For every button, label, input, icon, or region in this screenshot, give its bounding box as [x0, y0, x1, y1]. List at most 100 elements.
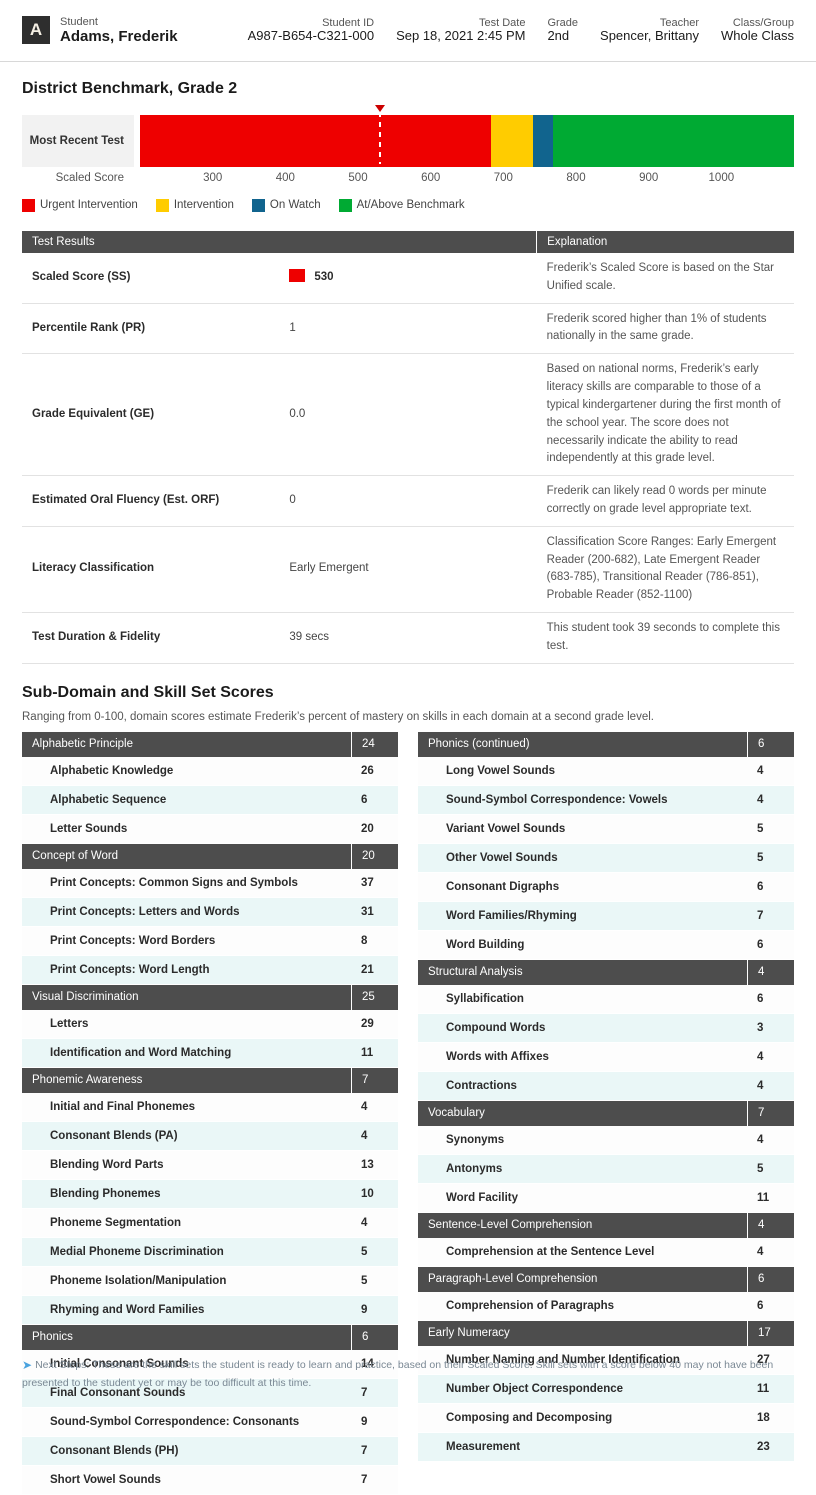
benchmark-axis: Scaled Score 300 400 500 600 700 800 900 1000: [22, 167, 794, 191]
domain-name: Alphabetic Principle: [32, 738, 134, 751]
domain-row: Phonics 6: [22, 1324, 398, 1350]
field-test-date: Test Date Sep 18, 2021 2:45 PM: [396, 17, 525, 45]
skill-score: 11: [361, 1046, 374, 1059]
skill-name: Phoneme Isolation/Manipulation: [50, 1274, 227, 1287]
table-row: Percentile Rank (PR) 1 Frederik scored hig…: [22, 303, 794, 355]
legend-item: At/Above Benchmark: [338, 198, 465, 212]
skill-name: Letters: [50, 1017, 89, 1030]
marker-triangle-icon: [374, 105, 385, 112]
domain-name: Visual Discrimination: [32, 991, 139, 1004]
skill-score: 5: [361, 1274, 368, 1287]
domain-score: 20: [351, 843, 398, 869]
domain-score: 6: [747, 731, 794, 757]
skill-score: 20: [361, 822, 374, 835]
skill-row: Short Vowel Sounds 7: [22, 1465, 398, 1495]
table-row: Estimated Oral Fluency (Est. ORF) 0 Freder…: [22, 475, 794, 527]
field-student: Student Adams, Frederik: [60, 16, 178, 46]
skill-name: Alphabetic Sequence: [50, 793, 167, 806]
domain-row: Early Numeracy 17: [418, 1320, 794, 1346]
skill-row: Letters 29: [22, 1009, 398, 1039]
result-value-text: 530: [314, 270, 334, 283]
skill-score: 6: [757, 938, 764, 951]
domain-score: 25: [351, 984, 398, 1010]
skill-score: 21: [361, 963, 374, 976]
domain-name: Sentence-Level Comprehension: [428, 1219, 593, 1232]
result-key: Estimated Oral Fluency (Est. ORF): [22, 475, 280, 527]
skill-score: 4: [757, 1079, 764, 1092]
result-explanation: Classification Score Ranges: Early Emerg…: [536, 526, 794, 614]
skill-score: 8: [361, 934, 368, 947]
domain-name: Phonics (continued): [428, 738, 530, 751]
field-grade-value: 2nd: [547, 28, 570, 44]
skill-row: Phoneme Segmentation 4: [22, 1208, 398, 1238]
footer-note-text: Next Steps: These are the skill sets the…: [22, 1359, 774, 1389]
domain-name: Early Numeracy: [428, 1327, 510, 1340]
skill-name: Phoneme Segmentation: [50, 1216, 181, 1229]
skill-name: Print Concepts: Common Signs and Symbols: [50, 876, 298, 889]
skill-score: 6: [361, 793, 368, 806]
benchmark-band-bar: [140, 115, 794, 167]
col-header-explanation: Explanation: [536, 231, 794, 253]
skill-name: Composing and Decomposing: [446, 1411, 613, 1424]
skill-row: Phoneme Isolation/Manipulation 5: [22, 1266, 398, 1296]
result-color-swatch: [289, 268, 306, 282]
skill-name: Rhyming and Word Families: [50, 1303, 205, 1316]
skill-score: 4: [361, 1216, 368, 1229]
domain-score: 6: [351, 1324, 398, 1350]
domain-row: Vocabulary 7: [418, 1100, 794, 1126]
skill-row: Rhyming and Word Families 9: [22, 1295, 398, 1325]
band-segment: [140, 115, 491, 167]
skill-row: Identification and Word Matching 11: [22, 1038, 398, 1068]
skill-row: Word Families/Rhyming 7: [418, 901, 794, 931]
table-header-row: Test Results Explanation: [22, 231, 794, 253]
skill-score: 37: [361, 876, 374, 889]
legend-item: Intervention: [155, 198, 234, 212]
domain-score: 24: [351, 731, 398, 757]
skill-row: Measurement 23: [418, 1432, 794, 1462]
skill-score: 4: [757, 1133, 764, 1146]
skill-row: Variant Vowel Sounds 5: [418, 814, 794, 844]
domain-row: Visual Discrimination 25: [22, 984, 398, 1010]
skill-score: 13: [361, 1158, 374, 1171]
skill-name: Long Vowel Sounds: [446, 764, 556, 777]
skill-name: Short Vowel Sounds: [50, 1473, 161, 1486]
skill-name: Letter Sounds: [50, 822, 128, 835]
field-class-group-value: Whole Class: [721, 28, 794, 44]
skill-name: Variant Vowel Sounds: [446, 822, 566, 835]
skill-name: Medial Phoneme Discrimination: [50, 1245, 224, 1258]
domain-name: Phonics: [32, 1331, 73, 1344]
skill-name: Print Concepts: Word Length: [50, 963, 210, 976]
skill-score: 4: [757, 793, 764, 806]
domain-name: Phonemic Awareness: [32, 1074, 143, 1087]
skill-name: Comprehension at the Sentence Level: [446, 1245, 655, 1258]
field-student-id-value: A987-B654-C321-000: [247, 28, 375, 44]
legend-label: On Watch: [269, 199, 321, 211]
benchmark-row-label: Most Recent Test: [22, 115, 134, 167]
report-header: A Student Adams, Frederik Student ID A98…: [0, 0, 816, 62]
skill-name: Consonant Blends (PA): [50, 1129, 178, 1142]
result-explanation: This student took 39 seconds to complete…: [536, 612, 794, 664]
skill-row: Alphabetic Sequence 6: [22, 785, 398, 815]
legend-swatch: [338, 198, 352, 212]
result-explanation: Frederik scored higher than 1% of studen…: [536, 303, 794, 355]
skill-name: Compound Words: [446, 1021, 546, 1034]
skill-name: Print Concepts: Word Borders: [50, 934, 216, 947]
skill-score: 26: [361, 764, 374, 777]
domain-row: Phonics (continued) 6: [418, 731, 794, 757]
skill-name: Blending Word Parts: [50, 1158, 164, 1171]
result-value: 1: [279, 303, 537, 355]
skill-name: Antonyms: [446, 1162, 503, 1175]
skill-score: 31: [361, 905, 374, 918]
skill-score: 23: [757, 1440, 770, 1453]
skill-name: Word Building: [446, 938, 525, 951]
result-key: Test Duration & Fidelity: [22, 612, 280, 664]
skill-score: 10: [361, 1187, 374, 1200]
skill-row: Composing and Decomposing 18: [418, 1403, 794, 1433]
skill-row: Blending Word Parts 13: [22, 1150, 398, 1180]
axis-tick: 800: [566, 172, 586, 184]
skill-name: Syllabification: [446, 992, 524, 1005]
skill-row: Consonant Digraphs 6: [418, 872, 794, 902]
domain-score: 7: [351, 1067, 398, 1093]
skill-row: Synonyms 4: [418, 1125, 794, 1155]
header-meta: Student ID A987-B654-C321-000 Test Date …: [248, 17, 794, 45]
